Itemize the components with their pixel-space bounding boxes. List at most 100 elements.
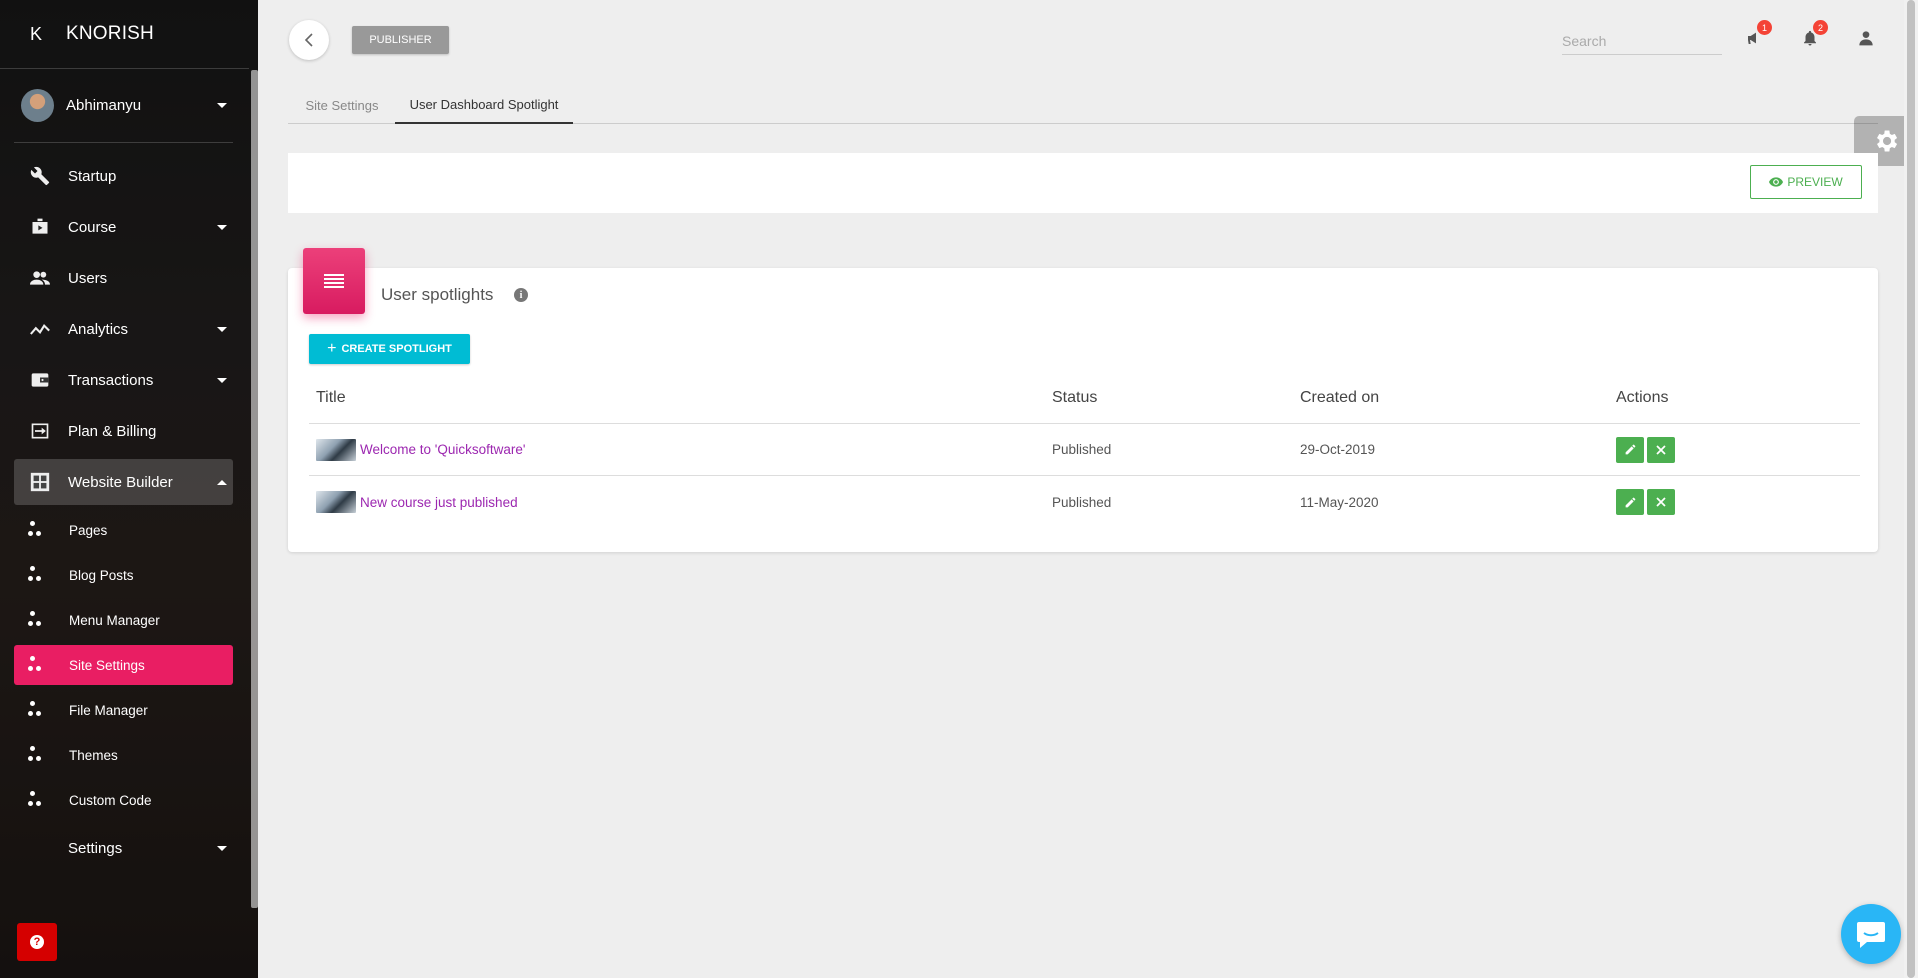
edit-button[interactable] [1616, 489, 1644, 515]
gear-icon [1877, 130, 1898, 152]
brand-name: KNORISH [66, 23, 154, 44]
sidebar-item-website-builder[interactable]: Website Builder [14, 459, 233, 505]
sidebar-item-transactions[interactable]: Transactions [14, 357, 233, 403]
table-row: Welcome to 'Quicksoftware' Published 29-… [309, 424, 1860, 476]
settings-icon [26, 834, 54, 862]
sidebar-subitem-file-manager[interactable]: File Manager [14, 690, 233, 730]
create-spotlight-label: CREATE SPOTLIGHT [341, 343, 452, 355]
sidebar-item-label: Site Settings [69, 657, 145, 673]
brand-initial: K [30, 23, 43, 44]
sidebar-item-label: Users [68, 269, 108, 287]
sidebar-subitem-themes[interactable]: Themes [14, 735, 233, 775]
sidebar-item-label: Startup [68, 167, 117, 185]
announcements-count-badge: 1 [1757, 20, 1772, 35]
dots-icon [28, 745, 42, 762]
dots-icon [28, 520, 42, 537]
search-input[interactable] [1562, 27, 1722, 55]
sidebar-item-label: File Manager [69, 702, 148, 718]
sidebar-subitem-pages[interactable]: Pages [14, 510, 233, 550]
list-icon [324, 274, 344, 288]
info-icon[interactable]: i [514, 288, 528, 302]
row-created-on: 29-Oct-2019 [1300, 442, 1376, 457]
help-button[interactable]: ? [17, 923, 57, 961]
tab-site-settings[interactable]: Site Settings [294, 86, 390, 124]
profile-button[interactable] [1854, 26, 1878, 50]
spotlight-thumbnail [316, 491, 356, 513]
sidebar-item-label: Analytics [68, 320, 129, 338]
card-title: User spotlights [381, 285, 494, 304]
sidebar-item-plan-billing[interactable]: Plan & Billing [14, 408, 233, 454]
preview-bar: PREVIEW [288, 153, 1878, 213]
row-status: Published [1052, 494, 1112, 510]
create-spotlight-button[interactable]: + CREATE SPOTLIGHT [309, 334, 470, 364]
sidebar-item-label: Course [68, 218, 117, 236]
user-menu[interactable]: Abhimanyu [14, 69, 233, 143]
question-icon: ? [30, 935, 44, 949]
website-builder-icon [26, 468, 54, 496]
chevron-down-icon [217, 103, 227, 108]
sidebar-item-settings[interactable]: Settings [14, 825, 233, 871]
sidebar-item-label: Menu Manager [69, 612, 160, 628]
notifications-button[interactable]: 2 [1798, 20, 1828, 50]
chat-button[interactable] [1841, 904, 1901, 964]
sidebar: K KNORISH Abhimanyu Startup Course Users [0, 0, 258, 978]
preview-button[interactable]: PREVIEW [1750, 165, 1862, 199]
pencil-icon [1625, 497, 1635, 507]
eye-icon [1769, 177, 1784, 187]
row-title-cell: Welcome to 'Quicksoftware' [309, 438, 1052, 461]
back-button[interactable] [289, 20, 329, 60]
tab-user-dashboard-spotlight[interactable]: User Dashboard Spotlight [395, 86, 573, 124]
column-title[interactable]: Title [309, 389, 1052, 407]
edit-button[interactable] [1616, 436, 1644, 463]
column-actions: Actions [1616, 388, 1669, 406]
chevron-up-icon [217, 479, 227, 485]
users-icon [26, 264, 54, 292]
sidebar-item-label: Pages [69, 522, 108, 538]
publisher-badge[interactable]: PUBLISHER [352, 26, 449, 54]
user-icon [1859, 31, 1873, 46]
sidebar-subitem-menu-manager[interactable]: Menu Manager [14, 600, 233, 640]
preview-label: PREVIEW [1787, 175, 1843, 189]
analytics-icon [26, 315, 54, 343]
row-status: Published [1052, 442, 1112, 457]
notifications-count-badge: 2 [1813, 20, 1828, 35]
close-icon [1656, 444, 1666, 455]
sidebar-subitem-blog-posts[interactable]: Blog Posts [14, 555, 233, 595]
sidebar-scrollbar[interactable] [251, 70, 258, 908]
chat-icon [1857, 922, 1885, 948]
sidebar-item-label: Website Builder [68, 473, 173, 491]
brand[interactable]: K KNORISH [0, 0, 249, 69]
dots-icon [28, 565, 42, 582]
avatar [21, 89, 54, 122]
sidebar-subitem-site-settings[interactable]: Site Settings [14, 645, 233, 685]
chevron-down-icon [217, 326, 227, 332]
spotlight-thumbnail [316, 438, 356, 461]
sidebar-item-label: Transactions [68, 371, 154, 389]
row-title-cell: New course just published [309, 491, 1052, 513]
sidebar-item-users[interactable]: Users [14, 255, 233, 301]
page-scrollbar[interactable] [1904, 0, 1918, 978]
table-header: Title Status Created on Actions [309, 372, 1860, 424]
spotlight-title-link[interactable]: Welcome to 'Quicksoftware' [360, 442, 525, 457]
delete-button[interactable] [1647, 489, 1675, 515]
sidebar-item-label: Themes [69, 747, 118, 763]
wallet-icon [26, 366, 54, 394]
sidebar-item-startup[interactable]: Startup [14, 153, 233, 199]
delete-button[interactable] [1647, 436, 1675, 463]
column-status[interactable]: Status [1052, 389, 1300, 407]
sidebar-item-label: Plan & Billing [68, 422, 157, 440]
user-name: Abhimanyu [66, 97, 142, 114]
spotlight-title-link[interactable]: New course just published [360, 495, 518, 510]
row-actions [1616, 489, 1860, 515]
plus-icon: + [327, 340, 337, 357]
chevron-down-icon [217, 377, 227, 383]
sidebar-nav: Startup Course Users Analytics Transacti… [0, 153, 258, 871]
dots-icon [28, 790, 42, 807]
announcements-button[interactable]: 1 [1742, 20, 1772, 50]
sidebar-item-label: Custom Code [69, 792, 152, 808]
dots-icon [28, 700, 42, 717]
sidebar-subitem-custom-code[interactable]: Custom Code [14, 780, 233, 820]
sidebar-item-analytics[interactable]: Analytics [14, 306, 233, 352]
column-created-on[interactable]: Created on [1300, 389, 1616, 407]
sidebar-item-course[interactable]: Course [14, 204, 233, 250]
